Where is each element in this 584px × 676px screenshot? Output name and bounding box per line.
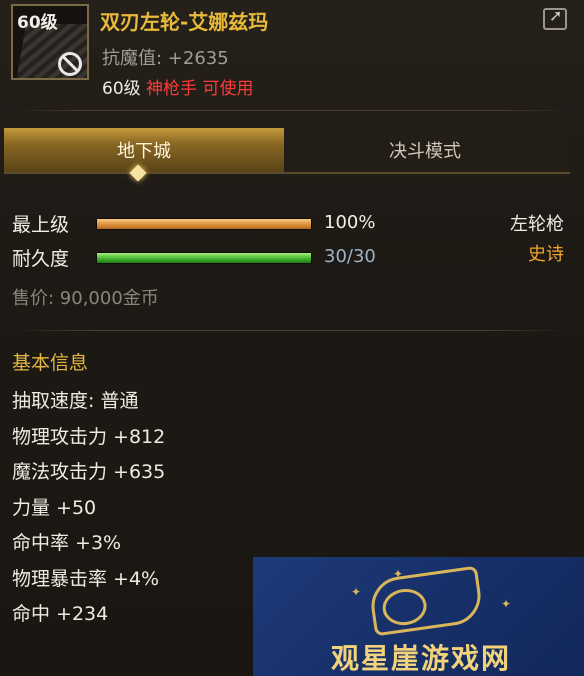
weapon-type: 左轮枪 bbox=[510, 214, 564, 235]
attribute-item: 抽取速度: 普通 bbox=[12, 390, 139, 412]
item-name: 双刃左轮-艾娜兹玛 bbox=[100, 10, 269, 34]
durability-bar bbox=[96, 252, 312, 264]
durability-bar-fill bbox=[97, 253, 311, 263]
rarity-label: 史诗 bbox=[528, 244, 564, 265]
star-icon: ✦ bbox=[501, 597, 512, 611]
durability-label: 耐久度 bbox=[12, 248, 70, 270]
attribute-item: 命中 +234 bbox=[12, 603, 109, 625]
item-tooltip-panel: 60级 双刃左轮-艾娜兹玛 抗魔值: +2635 60级 神枪手 可使用 地下城… bbox=[0, 0, 584, 676]
tab-dungeon[interactable]: 地下城 bbox=[4, 128, 284, 172]
star-icon: ✦ bbox=[351, 585, 362, 599]
required-class: 神枪手 可使用 bbox=[146, 79, 254, 99]
divider bbox=[10, 330, 570, 331]
basic-info-title: 基本信息 bbox=[12, 352, 89, 374]
attribute-item: 命中率 +3% bbox=[12, 532, 122, 554]
watermark-text: 观星崖游戏网 bbox=[331, 642, 512, 675]
grade-label: 最上级 bbox=[12, 214, 70, 236]
attribute-item: 魔法攻击力 +635 bbox=[12, 461, 166, 483]
attribute-item: 力量 +50 bbox=[12, 496, 97, 519]
durability-value: 30/30 bbox=[324, 246, 376, 267]
tab-underline bbox=[4, 172, 570, 174]
item-requirement: 60级 神枪手 可使用 bbox=[102, 74, 253, 99]
item-main-stat: 抗魔值: +2635 bbox=[102, 48, 229, 69]
watermark-logo bbox=[367, 565, 485, 637]
attribute-list: 抽取速度: 普通 物理攻击力 +812 魔法攻击力 +635 力量 +50 命中… bbox=[12, 386, 165, 635]
site-watermark: ✦ ✦ ✦ 观星崖游戏网 bbox=[253, 557, 584, 676]
sell-price: 售价: 90,000金币 bbox=[12, 288, 159, 309]
tab-duel-mode[interactable]: 决斗模式 bbox=[285, 128, 565, 172]
divider bbox=[10, 110, 570, 111]
grade-value: 100% bbox=[324, 212, 376, 233]
grade-bar bbox=[96, 218, 312, 230]
attribute-item: 物理暴击率 +4% bbox=[12, 567, 160, 590]
share-icon[interactable] bbox=[543, 6, 567, 30]
attribute-item: 物理攻击力 +812 bbox=[12, 425, 166, 448]
required-level: 60级 bbox=[102, 79, 141, 99]
item-icon-slot[interactable]: 60级 bbox=[11, 4, 89, 80]
grade-bar-fill bbox=[97, 219, 311, 229]
forbidden-icon bbox=[58, 52, 82, 76]
item-level-badge: 60级 bbox=[17, 13, 58, 33]
